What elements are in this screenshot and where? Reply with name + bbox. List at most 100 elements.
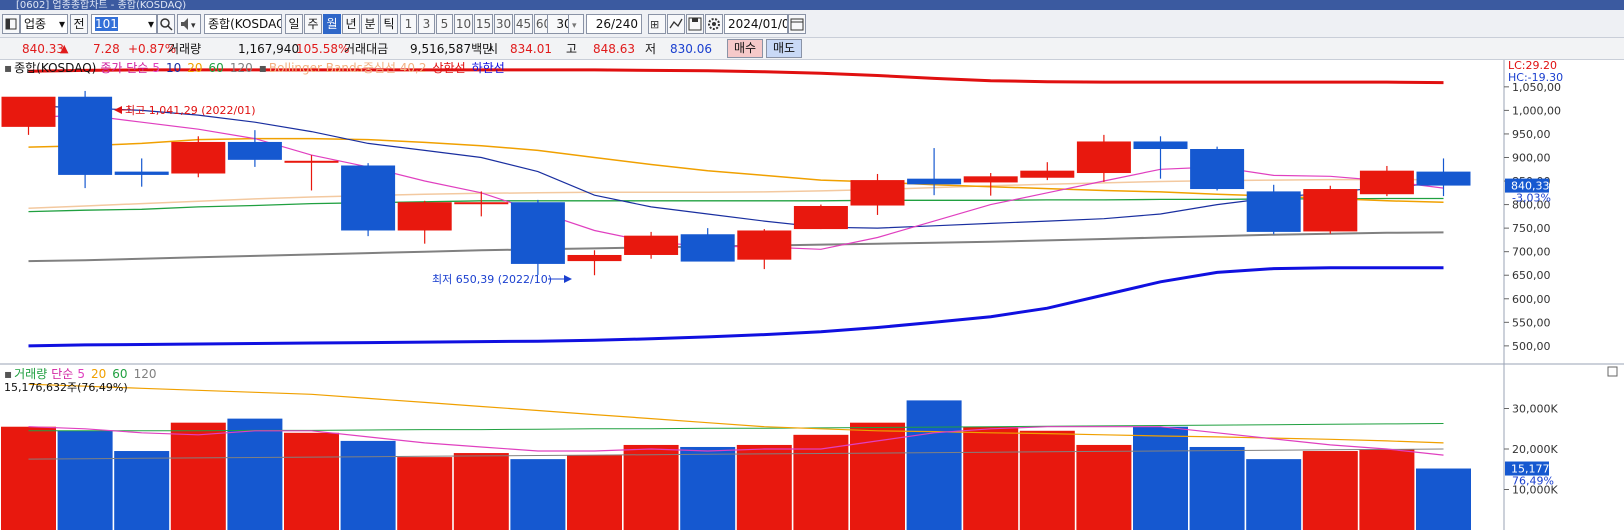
current-pct-label: -3,03% [1512,192,1551,205]
high-annotation: 최고 1,041,29 (2022/01) [125,104,256,117]
chevron-down-icon: ▾ [58,17,65,31]
volume-bar [1246,459,1302,530]
price-tick-label: 500,00 [1512,340,1551,353]
layout-icon[interactable] [2,14,20,34]
volume-bar [170,422,226,530]
interval-tab[interactable]: 15 [474,14,493,34]
period-tab[interactable]: 틱 [380,14,398,34]
buy-button[interactable]: 매수 [727,39,763,58]
legend-toggle-icon: ▪ [4,61,12,75]
candle-body [850,180,905,206]
volume-bars [1,400,1471,530]
quote-bar: 840.33 ▲ 7.28 +0.87% 거래량 1,167,940 105.5… [0,38,1624,60]
sell-button[interactable]: 매도 [766,39,802,58]
legend-vol-ma-label: 단순 [51,367,73,381]
volume-tick-label: 30,000K [1512,403,1558,416]
market-select[interactable]: 업종 ▾ [20,14,68,34]
interval-tab[interactable]: 45 [514,14,533,34]
calendar-icon[interactable] [788,14,806,34]
volume-label: 거래량 [168,42,202,56]
interval-tab[interactable]: 10 [454,14,473,34]
price-legend: ▪ 종합(KOSDAQ) 종가 단순 5 10 20 60 120 ▪ Bollinger Ban… [4,61,505,75]
volume-bar [1019,430,1075,530]
toolbar: 업종 ▾ 전 101 ▾ ▾ 종합(KOSDAQ) 일주월년분틱 1 3 5 10 15 30… [0,10,1624,38]
index-name-field: 종합(KOSDAQ) [204,14,282,34]
legend-lower: 하한선 [472,61,505,75]
ma60-line [28,197,1444,213]
price-tick-label: 550,00 [1512,316,1551,329]
candle-body [1190,149,1245,190]
volume-bar [850,422,905,530]
speaker-icon[interactable]: ▾ [177,14,201,34]
volume-current-readout: 15,176,632주(76,49%) [4,381,128,394]
candle-body [1,96,56,127]
volume-bar [736,444,792,530]
candle-body [907,178,962,185]
legend-ma10: 10 [166,61,181,75]
candle-body [963,176,1018,183]
legend-index-name: 종합(KOSDAQ) [14,61,96,75]
legend-ma120: 120 [230,61,253,75]
candle-body [341,165,396,231]
amount-label: 거래대금 [344,42,389,56]
window-titlebar: [0602] 업종종합차트 - 종합(KOSDAQ) [0,0,1624,11]
period-tab[interactable]: 일 [285,14,303,34]
volume-bar [567,455,622,530]
chevron-down-icon[interactable]: ▾ [568,14,584,34]
period-tab[interactable]: 분 [361,14,379,34]
low-label: 저 [645,42,657,56]
period-tab[interactable]: 년 [342,14,360,34]
prev-button[interactable]: 전 [70,14,88,34]
volume-bar [227,418,283,530]
candles [1,90,1471,283]
period-tab[interactable]: 월 [323,14,341,34]
volume-bar [1359,449,1415,530]
candle-body [1359,170,1414,195]
zoom-icon[interactable]: ⊞ [648,14,666,34]
price-tick-label: 1,050,00 [1512,81,1561,94]
volume-bar [623,444,679,530]
count-field[interactable]: 26/240 [586,14,642,34]
up-arrow-icon: ▲ [60,42,69,55]
legend-toggle-icon: ▪ [4,367,12,381]
interval-tab[interactable]: 3 [418,14,435,34]
candle-body [1020,170,1075,178]
pane-maximize-icon [1607,366,1618,377]
candle-body [680,234,735,262]
price-tick-label: 750,00 [1512,222,1551,235]
candle-body [58,96,113,175]
candle-body [1246,191,1301,232]
date-input[interactable]: 2024/01/02 [724,14,788,34]
high-value: 848.63 [593,42,635,56]
price-tick-label: 650,00 [1512,269,1551,282]
price-tick-label: 900,00 [1512,151,1551,164]
volume-tick-label: 20,000K [1512,443,1558,456]
current-volume-pct-label: 76,49% [1512,475,1554,488]
volume-bar [680,446,736,530]
amount-value: 9,516,587백만 [410,42,494,56]
candle-body [454,202,509,205]
search-icon[interactable] [157,14,175,34]
interval-tab[interactable]: 30 [494,14,513,34]
volume-bar [1416,468,1471,530]
interval-tab[interactable]: 5 [436,14,453,34]
price-chart[interactable]: LC:29.20HC:-19.301,050,001,000,00950,009… [0,60,1624,530]
code-input[interactable]: 101 ▾ [91,14,157,34]
open-value: 834.01 [510,42,552,56]
right-axis: LC:29.20HC:-19.301,050,001,000,00950,009… [1504,60,1563,497]
candle-body [510,202,565,264]
candle-body [1416,171,1471,186]
interval-tab[interactable]: 1 [400,14,417,34]
save-icon[interactable] [686,14,704,34]
chevron-down-icon: ▾ [147,17,154,31]
open-label: 시 [487,42,499,56]
legend-toggle-icon: ▪ [259,61,267,75]
low-value: 830.06 [670,42,712,56]
candle-body [624,235,679,255]
candle-body [1076,141,1131,174]
line-tool-icon[interactable] [667,14,685,34]
volume-value: 1,167,940 [238,42,300,56]
volume-bar [453,453,509,530]
period-tab[interactable]: 주 [304,14,322,34]
gear-icon[interactable] [705,14,723,34]
